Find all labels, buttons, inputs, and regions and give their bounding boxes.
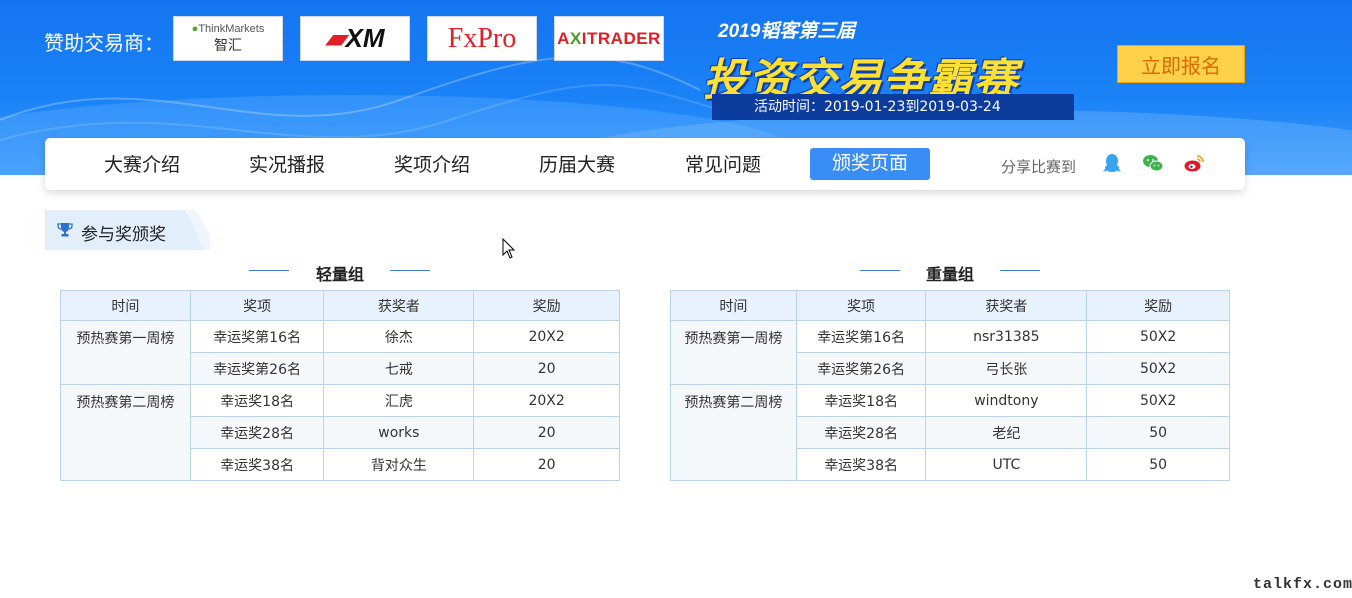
award-cell: 幸运奖第16名 <box>189 320 325 353</box>
section-title: 参与奖颁奖 <box>81 225 166 245</box>
award-cell: 幸运奖38名 <box>189 448 325 481</box>
weibo-icon[interactable] <box>1183 152 1205 174</box>
main-nav: 大赛介绍 实况播报 奖项介绍 历届大赛 常见问题 颁奖页面 分享比赛到 <box>45 138 1245 190</box>
axitrader-rest: ITRADER <box>581 28 661 48</box>
header-reward: 奖励 <box>473 290 620 321</box>
title-divider-line <box>249 270 289 271</box>
contest-emblem: 2019韬客第三届 投资交易争霸赛 活动时间：2019-01-23到2019-0… <box>703 14 1083 122</box>
reward-cell: 50 <box>1086 448 1230 481</box>
fxpro-name: FxPro <box>447 22 517 54</box>
header-winner: 获奖者 <box>323 290 475 321</box>
heavy-group-title: 重量组 <box>925 265 974 284</box>
light-group-title: 轻量组 <box>315 265 364 284</box>
nav-item-live[interactable]: 实况播报 <box>249 150 325 182</box>
title-divider-line <box>390 270 430 271</box>
winner-cell: 背对众生 <box>323 448 475 481</box>
table-row: 预热赛第二周榜 幸运奖18名 windtony 50X2 <box>670 384 1230 481</box>
award-cell: 幸运奖第26名 <box>795 352 927 385</box>
title-divider-line <box>1000 270 1040 271</box>
table-row: 预热赛第一周榜 幸运奖第16名 徐杰 20X2 <box>60 320 620 385</box>
header-award: 奖项 <box>189 290 325 321</box>
xm-mark-icon: ▰ <box>325 23 346 53</box>
reward-cell: 20X2 <box>473 384 620 417</box>
winner-cell: UTC <box>925 448 1088 481</box>
header-time: 时间 <box>670 290 797 321</box>
header-reward: 奖励 <box>1086 290 1230 321</box>
winner-cell: windtony <box>925 384 1088 417</box>
title-divider-line <box>860 270 900 271</box>
page: 赞助交易商： ●ThinkMarkets 智汇 ▰XM FxPro AXITRA… <box>0 0 1352 598</box>
sponsor-thinkmarkets-logo[interactable]: ●ThinkMarkets 智汇 <box>173 16 283 61</box>
period-cell: 预热赛第二周榜 <box>670 384 797 481</box>
award-cell: 幸运奖第26名 <box>189 352 325 385</box>
nav-item-ceremony[interactable]: 颁奖页面 <box>810 148 930 180</box>
share-label: 分享比赛到 <box>1001 158 1077 176</box>
qq-icon[interactable] <box>1101 152 1123 174</box>
header-award: 奖项 <box>795 290 927 321</box>
winner-cell: nsr31385 <box>925 320 1088 353</box>
winner-cell: 徐杰 <box>323 320 475 353</box>
mouse-cursor-icon <box>502 238 516 259</box>
reward-cell: 20 <box>473 448 620 481</box>
table-row: 预热赛第二周榜 幸运奖18名 汇虎 20X2 <box>60 384 620 481</box>
wechat-icon[interactable] <box>1142 152 1164 174</box>
heavy-group-table: 时间 奖项 获奖者 奖励 预热赛第一周榜 幸运奖第16名 nsr31385 50… <box>670 290 1230 481</box>
axitrader-x: X <box>569 28 582 48</box>
reward-cell: 20X2 <box>473 320 620 353</box>
reward-cell: 50X2 <box>1086 352 1230 385</box>
thinkmarkets-name: ThinkMarkets <box>198 22 265 35</box>
period-cell: 预热赛第二周榜 <box>60 384 191 481</box>
contest-time: 活动时间：2019-01-23到2019-03-24 <box>712 94 1074 120</box>
reward-cell: 20 <box>473 416 620 449</box>
section-heading: 参与奖颁奖 <box>45 210 210 250</box>
contest-subtitle: 2019韬客第三届 <box>718 21 856 42</box>
reward-cell: 20 <box>473 352 620 385</box>
trophy-icon <box>57 223 73 237</box>
reward-cell: 50X2 <box>1086 320 1230 353</box>
award-cell: 幸运奖28名 <box>795 416 927 449</box>
winner-cell: 七戒 <box>323 352 475 385</box>
light-group-table: 时间 奖项 获奖者 奖励 预热赛第一周榜 幸运奖第16名 徐杰 20X2 幸运奖… <box>60 290 620 481</box>
award-cell: 幸运奖38名 <box>795 448 927 481</box>
table-header-row: 时间 奖项 获奖者 奖励 <box>60 290 620 321</box>
header-time: 时间 <box>60 290 191 321</box>
period-cell: 预热赛第一周榜 <box>670 320 797 385</box>
winner-cell: 老纪 <box>925 416 1088 449</box>
sponsor-fxpro-logo[interactable]: FxPro <box>427 16 537 61</box>
signup-button[interactable]: 立即报名 <box>1117 45 1245 83</box>
nav-item-awards[interactable]: 奖项介绍 <box>394 150 470 182</box>
award-cell: 幸运奖28名 <box>189 416 325 449</box>
award-cell: 幸运奖18名 <box>795 384 927 417</box>
table-row: 预热赛第一周榜 幸运奖第16名 nsr31385 50X2 <box>670 320 1230 385</box>
header-winner: 获奖者 <box>925 290 1088 321</box>
reward-cell: 50X2 <box>1086 384 1230 417</box>
table-header-row: 时间 奖项 获奖者 奖励 <box>670 290 1230 321</box>
nav-item-faq[interactable]: 常见问题 <box>685 150 761 182</box>
sponsor-label: 赞助交易商： <box>44 31 164 55</box>
reward-cell: 50 <box>1086 416 1230 449</box>
winner-cell: 汇虎 <box>323 384 475 417</box>
nav-item-intro[interactable]: 大赛介绍 <box>104 150 180 182</box>
watermark: talkfx.com <box>1253 576 1352 593</box>
xm-name: XM <box>345 23 385 53</box>
winner-cell: works <box>323 416 475 449</box>
nav-item-history[interactable]: 历届大赛 <box>539 150 615 182</box>
axitrader-a: A <box>557 28 570 48</box>
period-cell: 预热赛第一周榜 <box>60 320 191 385</box>
thinkmarkets-cn-name: 智汇 <box>214 37 242 54</box>
sponsor-axitrader-logo[interactable]: AXITRADER <box>554 16 664 61</box>
sponsor-xm-logo[interactable]: ▰XM <box>300 16 410 61</box>
award-cell: 幸运奖18名 <box>189 384 325 417</box>
winner-cell: 弓长张 <box>925 352 1088 385</box>
award-cell: 幸运奖第16名 <box>795 320 927 353</box>
